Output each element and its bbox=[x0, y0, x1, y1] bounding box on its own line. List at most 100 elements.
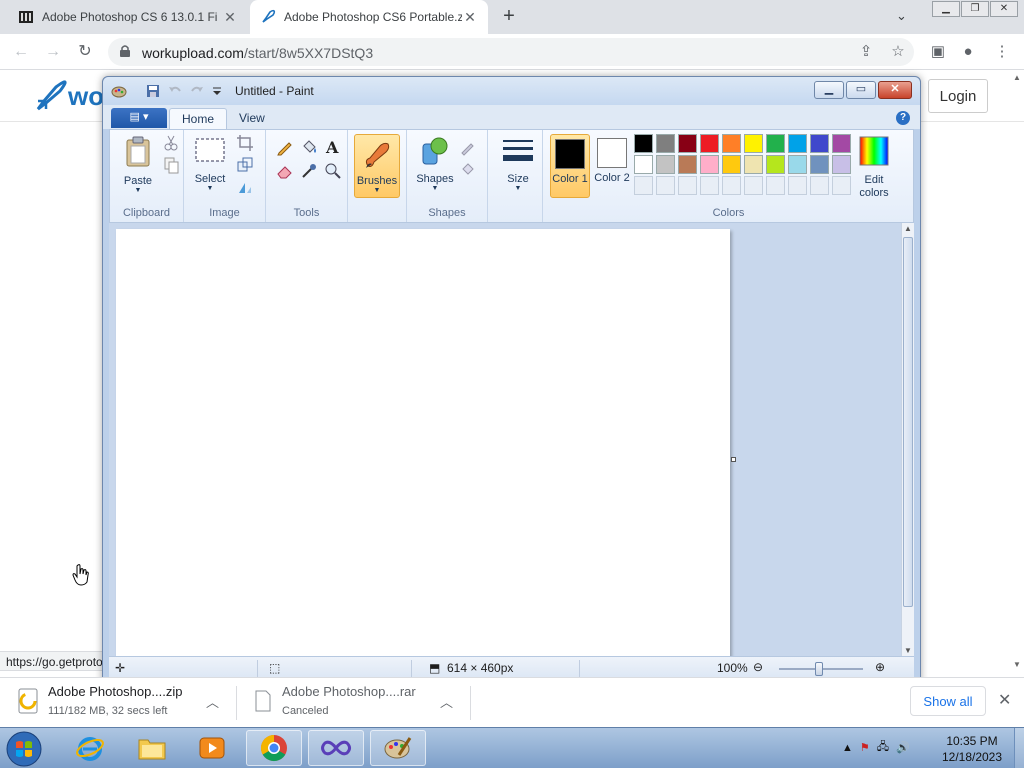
palette-custom-empty-swatch[interactable] bbox=[744, 176, 763, 195]
close-window-button[interactable]: ✕ bbox=[990, 1, 1018, 17]
palette-color-swatch[interactable] bbox=[744, 134, 763, 153]
show-desktop-button[interactable] bbox=[1014, 728, 1024, 768]
chevron-up-icon[interactable]: ︿ bbox=[440, 692, 453, 711]
share-icon[interactable]: ⇪ bbox=[856, 42, 876, 62]
crop-icon[interactable] bbox=[236, 134, 254, 152]
palette-custom-empty-swatch[interactable] bbox=[634, 176, 653, 195]
palette-color-swatch[interactable] bbox=[656, 134, 675, 153]
taskbar-internet-explorer[interactable] bbox=[62, 730, 118, 766]
tab-search-chevron-icon[interactable]: ⌄ bbox=[896, 8, 907, 24]
zoom-in-icon[interactable]: ⊕ bbox=[875, 660, 885, 674]
taskbar-file-explorer[interactable] bbox=[124, 730, 180, 766]
eraser-icon[interactable] bbox=[276, 162, 294, 180]
palette-color-swatch[interactable] bbox=[788, 155, 807, 174]
palette-color-swatch[interactable] bbox=[832, 155, 851, 174]
scroll-down-arrow-icon[interactable]: ▼ bbox=[1013, 660, 1021, 669]
scroll-up-arrow-icon[interactable]: ▲ bbox=[1013, 73, 1021, 82]
browser-menu-icon[interactable]: ⋮ bbox=[992, 42, 1012, 62]
download-item[interactable]: Adobe Photoshop....zip 111/182 MB, 32 se… bbox=[0, 678, 236, 728]
palette-color-swatch[interactable] bbox=[700, 134, 719, 153]
minimize-button[interactable]: ▁ bbox=[932, 1, 960, 17]
taskbar-chrome[interactable] bbox=[246, 730, 302, 766]
palette-color-swatch[interactable] bbox=[832, 134, 851, 153]
download-item[interactable]: Adobe Photoshop....rar Canceled ︿ bbox=[234, 678, 470, 728]
canvas-vertical-scrollbar[interactable]: ▲ ▼ bbox=[901, 223, 914, 656]
close-tab-icon[interactable]: ✕ bbox=[222, 9, 238, 26]
shape-fill-icon[interactable] bbox=[459, 160, 477, 178]
paint-maximize-button[interactable]: ▭ bbox=[846, 81, 876, 99]
cut-icon[interactable] bbox=[162, 134, 180, 152]
scroll-up-arrow-icon[interactable]: ▲ bbox=[904, 224, 912, 233]
palette-color-swatch[interactable] bbox=[766, 134, 785, 153]
tab-photoshop-first[interactable]: Adobe Photoshop CS 6 13.0.1 Fi ✕ bbox=[8, 0, 248, 34]
rotate-icon[interactable] bbox=[236, 178, 254, 196]
close-shelf-icon[interactable]: ✕ bbox=[998, 690, 1011, 710]
back-button[interactable]: ← bbox=[10, 41, 32, 63]
volume-icon[interactable]: 🔊 bbox=[896, 741, 910, 754]
palette-color-swatch[interactable] bbox=[678, 134, 697, 153]
drawing-canvas[interactable] bbox=[116, 229, 730, 656]
edit-colors-button[interactable]: Edit colors bbox=[854, 134, 894, 200]
customize-toolbar-chevron-icon[interactable] bbox=[211, 83, 223, 99]
palette-color-swatch[interactable] bbox=[766, 155, 785, 174]
palette-color-swatch[interactable] bbox=[788, 134, 807, 153]
page-scrollbar[interactable]: ▲ ▼ bbox=[1010, 71, 1024, 669]
palette-color-swatch[interactable] bbox=[700, 155, 719, 174]
color2-button[interactable]: Color 2 bbox=[592, 134, 632, 198]
paint-app-icon[interactable] bbox=[111, 83, 127, 99]
taskbar-paint[interactable] bbox=[370, 730, 426, 766]
palette-color-swatch[interactable] bbox=[634, 134, 653, 153]
tab-view[interactable]: View bbox=[227, 108, 277, 129]
login-button[interactable]: Login bbox=[928, 79, 988, 113]
select-button[interactable]: Select ▼ bbox=[190, 136, 230, 192]
palette-color-swatch[interactable] bbox=[810, 134, 829, 153]
palette-custom-empty-swatch[interactable] bbox=[788, 176, 807, 195]
zoom-out-icon[interactable]: ⊖ bbox=[753, 660, 763, 674]
network-icon[interactable]: 🖧 bbox=[877, 738, 889, 757]
copy-icon[interactable] bbox=[162, 156, 180, 174]
undo-icon[interactable] bbox=[167, 83, 183, 99]
palette-custom-empty-swatch[interactable] bbox=[810, 176, 829, 195]
canvas-resize-handle[interactable] bbox=[731, 457, 736, 462]
tab-home[interactable]: Home bbox=[169, 108, 228, 129]
shapes-button[interactable]: Shapes ▼ bbox=[415, 136, 455, 192]
paste-button[interactable]: Paste ▼ bbox=[118, 136, 158, 194]
taskbar-infinity-app[interactable] bbox=[308, 730, 364, 766]
taskbar-media-player[interactable] bbox=[184, 730, 240, 766]
save-icon[interactable] bbox=[145, 83, 161, 99]
palette-custom-empty-swatch[interactable] bbox=[656, 176, 675, 195]
address-bar[interactable]: workupload.com/start/8w5XX7DStQ3 ⇪ ☆ bbox=[108, 38, 914, 66]
color-picker-icon[interactable] bbox=[300, 162, 318, 180]
chevron-up-icon[interactable]: ︿ bbox=[206, 692, 219, 711]
scroll-down-arrow-icon[interactable]: ▼ bbox=[904, 646, 912, 655]
show-all-downloads-button[interactable]: Show all bbox=[910, 686, 986, 716]
action-center-flag-icon[interactable]: ⚑ bbox=[860, 741, 870, 754]
scrollbar-thumb[interactable] bbox=[903, 237, 913, 607]
palette-custom-empty-swatch[interactable] bbox=[700, 176, 719, 195]
close-tab-icon[interactable]: ✕ bbox=[462, 9, 478, 26]
redo-icon[interactable] bbox=[189, 83, 205, 99]
bookmark-star-icon[interactable]: ☆ bbox=[888, 42, 908, 62]
zoom-slider-thumb[interactable] bbox=[815, 662, 823, 676]
restore-button[interactable]: ❐ bbox=[961, 1, 989, 17]
help-icon[interactable]: ? bbox=[896, 111, 910, 125]
size-button[interactable]: Size ▼ bbox=[498, 136, 538, 192]
palette-custom-empty-swatch[interactable] bbox=[678, 176, 697, 195]
start-button[interactable] bbox=[4, 729, 44, 768]
palette-color-swatch[interactable] bbox=[744, 155, 763, 174]
tab-photoshop-portable[interactable]: Adobe Photoshop CS6 Portable.z ✕ bbox=[250, 0, 488, 34]
palette-color-swatch[interactable] bbox=[722, 134, 741, 153]
paint-file-menu-button[interactable]: ▤ ▾ bbox=[111, 108, 167, 128]
palette-custom-empty-swatch[interactable] bbox=[832, 176, 851, 195]
profile-avatar-icon[interactable]: ● bbox=[958, 42, 978, 62]
site-logo[interactable]: wo bbox=[34, 79, 104, 113]
resize-icon[interactable] bbox=[236, 156, 254, 174]
color1-button[interactable]: Color 1 bbox=[550, 134, 590, 198]
magnifier-icon[interactable] bbox=[324, 162, 342, 180]
palette-color-swatch[interactable] bbox=[634, 155, 653, 174]
forward-button[interactable]: → bbox=[42, 41, 64, 63]
palette-color-swatch[interactable] bbox=[656, 155, 675, 174]
fill-bucket-icon[interactable] bbox=[300, 138, 318, 156]
side-panel-icon[interactable]: ▣ bbox=[928, 42, 948, 62]
palette-color-swatch[interactable] bbox=[810, 155, 829, 174]
